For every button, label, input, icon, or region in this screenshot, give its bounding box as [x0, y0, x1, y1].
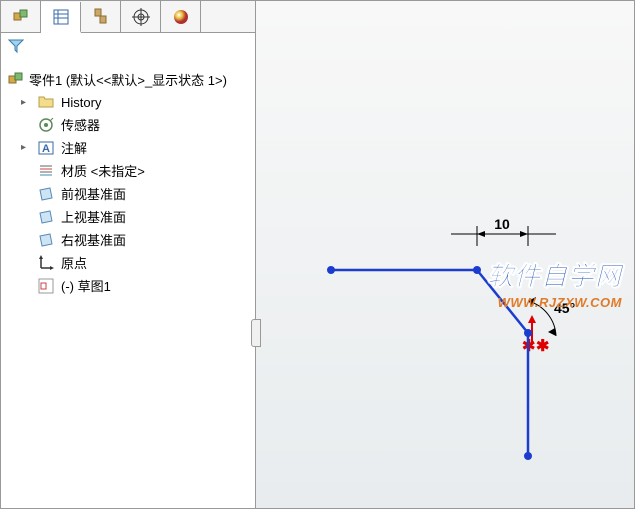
origin-icon [37, 254, 55, 272]
feature-manager-tab[interactable] [1, 1, 41, 32]
annotation-icon: A [37, 139, 55, 157]
tree-item-label: 原点 [61, 253, 87, 272]
linear-dimension[interactable]: 10 [451, 216, 556, 246]
filter-row [1, 33, 255, 64]
tree-item-front-plane[interactable]: 前视基准面 [17, 182, 253, 205]
plane-icon [37, 185, 55, 203]
watermark-cn: 软件自学网 [487, 256, 622, 293]
tree-item-sensors[interactable]: 传感器 [17, 113, 253, 136]
configuration-manager-tab[interactable] [81, 1, 121, 32]
tree-item-history[interactable]: ▸ History [17, 91, 253, 113]
part-icon [7, 71, 25, 89]
plane-icon [37, 231, 55, 249]
tree-item-right-plane[interactable]: 右视基准面 [17, 228, 253, 251]
tree-item-label: 右视基准面 [61, 230, 126, 249]
assembly-icon [12, 8, 30, 26]
sphere-icon [172, 8, 190, 26]
tree-item-label: 注解 [61, 138, 87, 157]
sensor-icon [37, 116, 55, 134]
funnel-icon[interactable] [7, 37, 25, 55]
plane-icon [37, 208, 55, 226]
dimxpert-tab[interactable] [121, 1, 161, 32]
tree-item-annotations[interactable]: ▸ A 注解 [17, 136, 253, 159]
property-manager-tab[interactable] [41, 2, 81, 33]
svg-text:✱: ✱ [536, 338, 549, 355]
tree-item-label: 传感器 [61, 115, 100, 134]
tree-item-label: (-) 草图1 [61, 276, 111, 295]
target-icon [132, 8, 150, 26]
dimension-value: 10 [494, 216, 510, 232]
tree-item-top-plane[interactable]: 上视基准面 [17, 205, 253, 228]
tab-spacer [201, 1, 255, 32]
tree-item-label: 材质 <未指定> [61, 161, 145, 180]
svg-text:A: A [42, 143, 50, 155]
feature-tree[interactable]: 零件1 (默认<<默认>_显示状态 1>) ▸ History 传感器 [1, 64, 255, 508]
expand-arrow-icon[interactable]: ▸ [21, 97, 31, 108]
tree-item-label: 上视基准面 [61, 207, 126, 226]
tree-item-label: 前视基准面 [61, 184, 126, 203]
property-icon [52, 8, 70, 26]
material-icon [37, 162, 55, 180]
sketch-icon [37, 277, 55, 295]
render-tab[interactable] [161, 1, 201, 32]
config-icon [92, 8, 110, 26]
tree-root[interactable]: 零件1 (默认<<默认>_显示状态 1>) [3, 68, 253, 91]
tree-item-origin[interactable]: 原点 [17, 251, 253, 274]
tree-item-material[interactable]: 材质 <未指定> [17, 159, 253, 182]
tree-item-sketch1[interactable]: (-) 草图1 [17, 274, 253, 297]
graphics-viewport[interactable]: 10 45° ✱ ✱ [256, 1, 634, 508]
expand-arrow-icon[interactable]: ▸ [21, 142, 31, 153]
tree-root-label: 零件1 (默认<<默认>_显示状态 1>) [29, 70, 227, 89]
feature-tree-panel: 零件1 (默认<<默认>_显示状态 1>) ▸ History 传感器 [1, 1, 256, 508]
watermark-url: WWW.RJZXW.COM [487, 295, 622, 310]
watermark: 软件自学网 WWW.RJZXW.COM [487, 256, 622, 310]
folder-icon [37, 93, 55, 111]
manager-tabs [1, 1, 255, 33]
tree-item-label: History [61, 95, 101, 110]
